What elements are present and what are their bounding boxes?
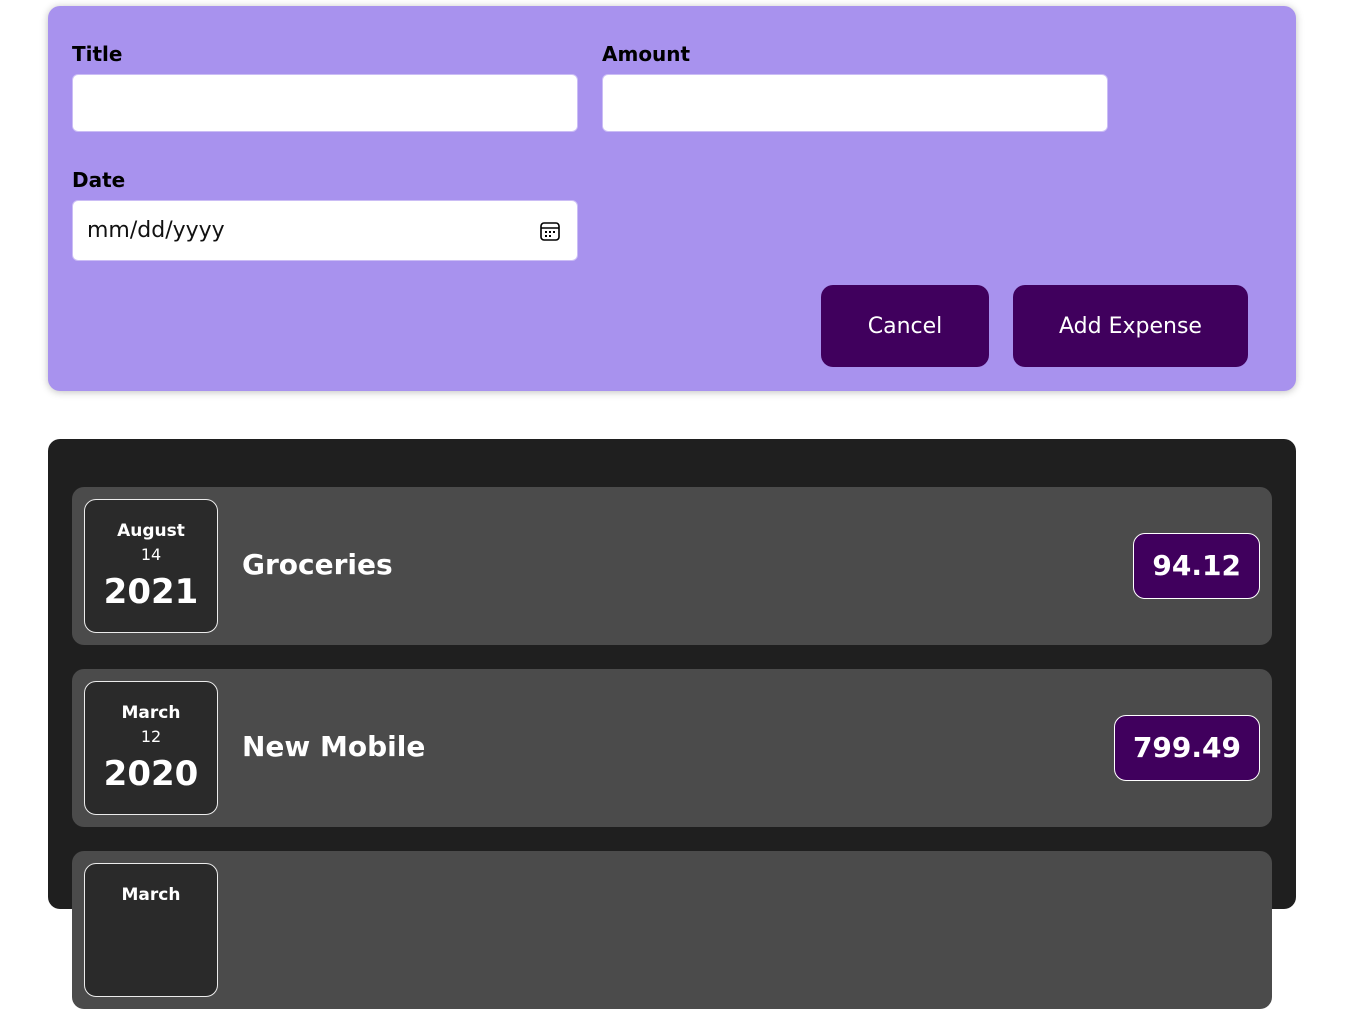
expense-year: 2020 — [103, 754, 199, 794]
expense-amount: 94.12 — [1133, 533, 1260, 599]
expense-month: August — [117, 521, 185, 541]
new-expense-form: Title Amount Date mm/dd/yyyy Cancel Add … — [48, 6, 1296, 391]
expense-title: New Mobile — [242, 730, 426, 763]
amount-label: Amount — [602, 42, 691, 66]
expense-month: March — [121, 885, 181, 905]
date-input[interactable]: mm/dd/yyyy — [72, 200, 578, 261]
date-label: Date — [72, 168, 126, 192]
expense-item[interactable]: March — [72, 851, 1272, 1009]
expense-date: August 14 2021 — [84, 499, 218, 633]
expense-day: 12 — [140, 727, 162, 746]
date-placeholder: mm/dd/yyyy — [87, 218, 225, 243]
expense-month: March — [121, 703, 181, 723]
expense-year: 2021 — [103, 572, 199, 612]
title-label: Title — [72, 42, 123, 66]
expense-day: 14 — [140, 545, 162, 564]
expense-title: Groceries — [242, 548, 393, 581]
expense-date: March — [84, 863, 218, 997]
add-expense-button[interactable]: Add Expense — [1013, 285, 1248, 367]
expense-date: March 12 2020 — [84, 681, 218, 815]
cancel-button[interactable]: Cancel — [821, 285, 989, 367]
expenses-list: August 14 2021 Groceries 94.12 March 12 … — [48, 439, 1296, 1009]
expense-amount: 799.49 — [1113, 715, 1260, 781]
amount-input[interactable] — [602, 74, 1108, 132]
expense-item[interactable]: March 12 2020 New Mobile 799.49 — [72, 669, 1272, 827]
title-input[interactable] — [72, 74, 578, 132]
calendar-icon[interactable] — [539, 220, 561, 242]
expense-item[interactable]: August 14 2021 Groceries 94.12 — [72, 487, 1272, 645]
